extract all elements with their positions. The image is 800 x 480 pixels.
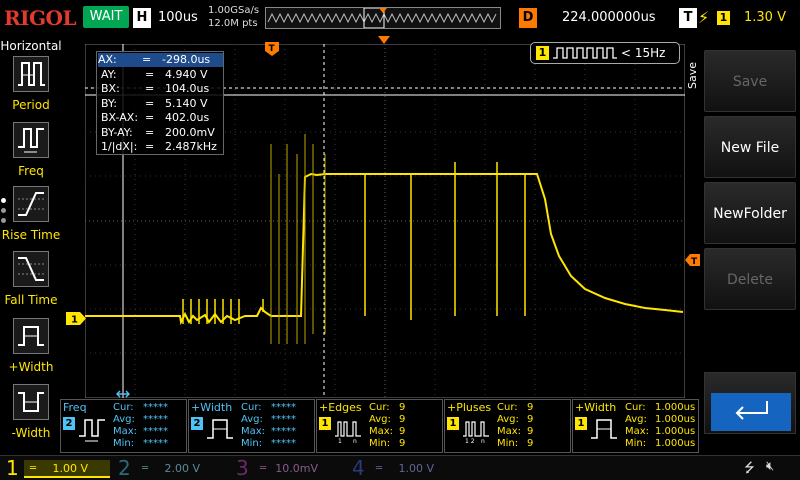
channel-1-scale[interactable]: ═ 1.00 V — [24, 460, 110, 478]
dc-coupling-icon: ═ — [30, 463, 37, 474]
channel-4-scale[interactable]: ═ 1.00 V — [370, 460, 456, 478]
trigger-source-badge: 1 — [717, 11, 730, 25]
timebase-value[interactable]: 100us — [158, 10, 198, 25]
dc-coupling-icon: ═ — [260, 463, 267, 474]
brand-logo: RIGOL — [4, 6, 77, 30]
rise-time-icon — [13, 186, 49, 222]
cursor-row-by: BY: = 5.140 V — [101, 96, 208, 110]
measurement-pwidth-ch1[interactable]: +Width 1 Cur: 1.000us Avg: 1.000us Max: 1.0… — [572, 399, 699, 453]
channel-3-number[interactable]: 3 — [236, 456, 249, 480]
top-status-bar: RIGOL WAIT H 100us 1.00GSa/s 12.0M pts D… — [0, 0, 800, 36]
horizontal-label: H — [133, 8, 151, 28]
negative-width-icon — [13, 384, 49, 420]
run-state-badge[interactable]: WAIT — [83, 6, 129, 28]
save-button[interactable]: Save — [704, 50, 796, 112]
back-button[interactable] — [704, 372, 796, 434]
cursor-row-dx: BX-AX: = 402.0us — [101, 111, 210, 124]
trigger-position-marker[interactable]: T — [265, 42, 279, 56]
svg-text:1: 1 — [338, 438, 342, 444]
positive-width-icon — [207, 419, 233, 439]
edges-count-icon: 1n — [335, 421, 361, 444]
measure-rise-time-button[interactable]: Rise Time — [0, 186, 62, 250]
svg-text:1 2: 1 2 — [465, 438, 475, 444]
dc-coupling-icon: ═ — [142, 463, 149, 474]
svg-text:n: n — [481, 438, 485, 444]
channel-3-scale[interactable]: ═ 10.0mV — [254, 460, 340, 478]
return-arrow-icon — [711, 393, 791, 431]
cursor-row-inv-dx: 1/|dX|: = 2.487kHz — [101, 140, 217, 153]
delay-value[interactable]: 224.000000us — [562, 10, 656, 25]
pulses-count-icon: 1 2 n — [463, 421, 489, 444]
trigger-level-marker[interactable]: T — [685, 254, 700, 266]
measure-fall-time-button[interactable]: Fall Time — [0, 251, 62, 315]
cursor-readout: AX: = -298.0us AY: = 4.940 V BX: = 104.0us BY:… — [96, 51, 224, 155]
measure-menu: Horizontal Period Freq Rise Time Fall Ti… — [0, 36, 62, 454]
period-icon — [13, 56, 49, 92]
fall-time-icon — [13, 251, 49, 287]
svg-text:T: T — [691, 257, 698, 266]
delay-center-marker — [378, 36, 390, 44]
measure-positive-width-button[interactable]: +Width — [0, 318, 62, 382]
measurement-freq-ch2[interactable]: Freq 2 Cur: ***** Avg: ***** Max: ***** Min… — [60, 399, 187, 453]
dc-coupling-icon: ═ — [376, 463, 383, 474]
new-file-button[interactable]: New File — [704, 116, 796, 178]
delete-button[interactable]: Delete — [704, 248, 796, 310]
measurement-bar: Freq 2 Cur: ***** Avg: ***** Max: ***** Min… — [60, 399, 700, 453]
cursor-a-handle[interactable] — [116, 389, 130, 399]
ch1-offset-marker[interactable]: 1 — [66, 312, 86, 325]
measurement-ppulses-ch1[interactable]: +Pluses 1 1 2n Cur: 9 Avg: 9 Max: 9 Min: 9 — [444, 399, 571, 453]
mute-icon[interactable]: 🔇︎ — [766, 459, 774, 474]
save-menu-title: Save — [686, 62, 699, 90]
freq-icon — [13, 122, 49, 158]
channel-2-number[interactable]: 2 — [118, 456, 131, 480]
cursor-row-ax: AX: = -298.0us — [98, 53, 223, 67]
trigger-label: T — [679, 8, 697, 28]
freq-icon — [79, 419, 105, 442]
svg-text:T: T — [269, 44, 276, 54]
svg-text:1: 1 — [71, 315, 78, 326]
measurement-pedges-ch1[interactable]: +Edges 1 1n Cur: 9 Avg: 9 Max: 9 Min: 9 — [316, 399, 443, 453]
channel-1-number[interactable]: 1 — [6, 456, 19, 480]
acquisition-info: 1.00GSa/s 12.0M pts — [208, 4, 259, 30]
positive-width-icon — [13, 318, 49, 354]
delay-label: D — [519, 8, 537, 28]
cursor-row-dy: BY-AY: = 200.0mV — [101, 125, 215, 139]
rising-edge-icon: ⚡ — [698, 8, 710, 27]
cursor-row-ay: AY: = 4.940 V — [101, 67, 208, 81]
positive-width-icon — [591, 419, 617, 439]
menu-title: Horizontal — [0, 39, 62, 53]
sample-rate: 1.00GSa/s — [208, 5, 260, 16]
channel-2-scale[interactable]: ═ 2.00 V — [136, 460, 222, 478]
measure-freq-button[interactable]: Freq — [0, 122, 62, 186]
memory-overview-bar — [265, 7, 501, 29]
trigger-level[interactable]: 1.30 V — [744, 10, 786, 25]
measurement-pwidth-ch2[interactable]: +Width 2 Cur: ***** Avg: ***** Max: ***** M… — [188, 399, 315, 453]
new-folder-button[interactable]: NewFolder — [704, 182, 796, 244]
cursor-row-bx: BX: = 104.0us — [101, 82, 210, 95]
measure-negative-width-button[interactable]: -Width — [0, 384, 62, 448]
pulse-train-icon — [553, 47, 617, 59]
trigger-condition: < 15Hz — [621, 46, 666, 60]
channel-bar: 1 ═ 1.00 V 2 ═ 2.00 V 3 ═ 10.0mV 4 ═ 1.0… — [0, 455, 800, 480]
usb-icon: ⭍ — [744, 461, 755, 476]
measure-period-button[interactable]: Period — [0, 56, 62, 120]
memory-depth: 12.0M pts — [208, 18, 258, 29]
trigger-channel-badge: 1 — [536, 46, 549, 60]
channel-4-number[interactable]: 4 — [352, 456, 365, 480]
trigger-condition-readout[interactable]: 1 < 15Hz — [530, 42, 680, 64]
svg-text:n: n — [353, 438, 357, 444]
